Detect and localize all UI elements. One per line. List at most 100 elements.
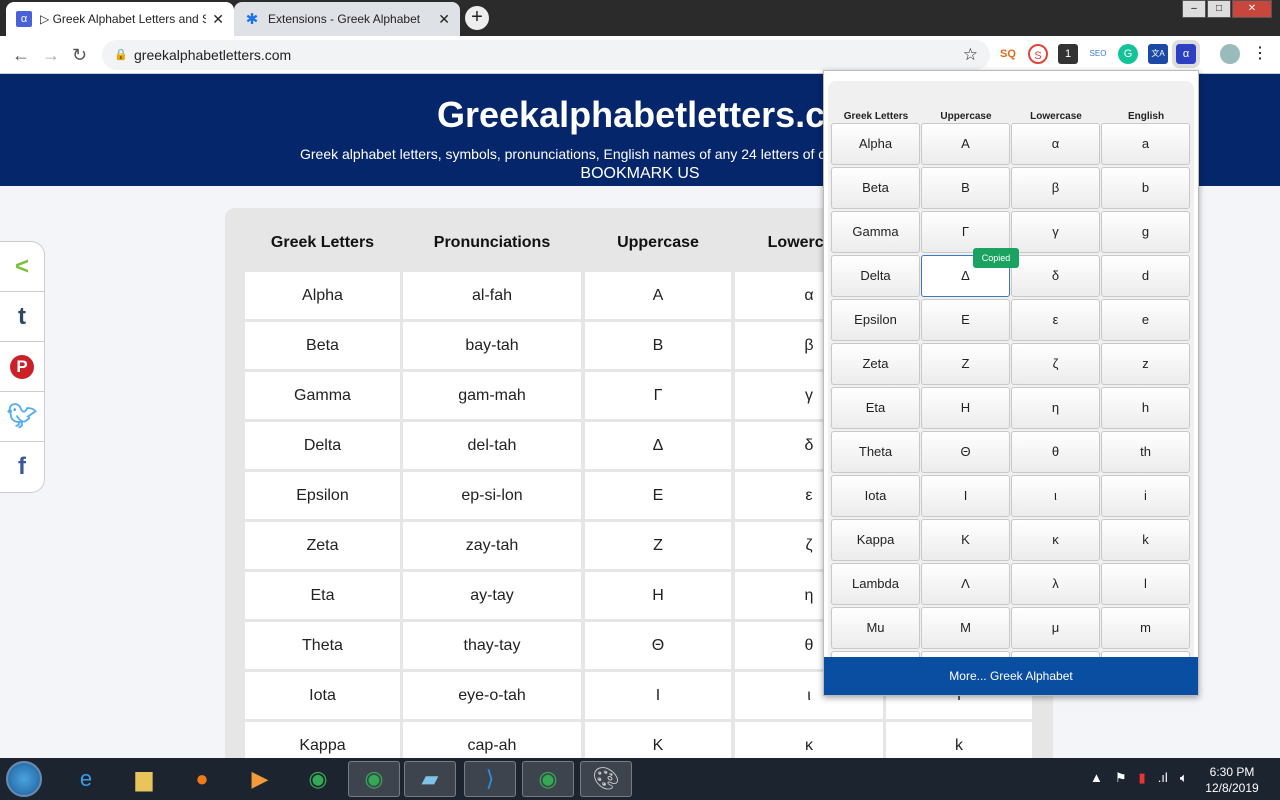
more-greek-alphabet-button[interactable]: More... Greek Alphabet [824, 657, 1198, 695]
tab-greek-alphabet[interactable]: α ▷ Greek Alphabet Letters and Sy ✕ [6, 2, 234, 36]
popup-cell-uppercase[interactable]: Θ [921, 431, 1010, 473]
popup-cell-greek-letter[interactable]: Gamma [831, 211, 920, 253]
popup-cell-english[interactable]: e [1101, 299, 1190, 341]
popup-cell-uppercase[interactable]: Ε [921, 299, 1010, 341]
popup-cell-greek-letter[interactable]: Kappa [831, 519, 920, 561]
popup-cell-lowercase[interactable]: ι [1011, 475, 1100, 517]
popup-cell-lowercase[interactable]: λ [1011, 563, 1100, 605]
paint-icon[interactable]: 🎨︎ [580, 761, 632, 797]
popup-cell-english[interactable]: z [1101, 343, 1190, 385]
sq-icon[interactable]: SQ [998, 44, 1018, 64]
power-icon[interactable]: ▮ [1139, 770, 1146, 786]
back-button[interactable]: ← [12, 45, 30, 66]
network-icon[interactable]: .ıl [1158, 770, 1168, 786]
twitter-icon[interactable]: 🐦︎ [0, 392, 44, 442]
no-icon[interactable]: S [1028, 44, 1048, 64]
close-window-button[interactable]: ✕ [1232, 0, 1272, 18]
popup-cell-uppercase[interactable]: Α [921, 123, 1010, 165]
popup-cell-lowercase[interactable]: ζ [1011, 343, 1100, 385]
popup-cell-english[interactable]: a [1101, 123, 1190, 165]
facebook-icon[interactable]: f [0, 442, 44, 492]
popup-cell-lowercase[interactable]: α [1011, 123, 1100, 165]
new-tab-button[interactable]: + [465, 6, 489, 30]
tab-extensions[interactable]: ✱ Extensions - Greek Alphabet ✕ [234, 2, 460, 36]
start-button[interactable] [6, 761, 42, 797]
reload-button[interactable]: ↻ [72, 45, 87, 66]
extension-popup: Greek Letters Uppercase Lowercase English Al… [823, 70, 1199, 696]
translate-icon[interactable]: 文A [1148, 44, 1168, 64]
popup-cell-uppercase[interactable]: Β [921, 167, 1010, 209]
seo-icon[interactable]: SEO [1088, 44, 1108, 64]
popup-cell-greek-letter[interactable]: Theta [831, 431, 920, 473]
address-bar[interactable]: 🔒 greekalphabetletters.com ☆ [102, 40, 990, 70]
popup-cell-english[interactable]: k [1101, 519, 1190, 561]
popup-cell-uppercase[interactable]: Μ [921, 607, 1010, 649]
vscode-icon[interactable]: ⟩ [464, 761, 516, 797]
popup-cell-lowercase[interactable]: γ [1011, 211, 1100, 253]
popup-cell-uppercase[interactable]: Ι [921, 475, 1010, 517]
one-icon[interactable]: 1 [1058, 44, 1078, 64]
popup-cell-english[interactable]: h [1101, 387, 1190, 429]
popup-cell-uppercase[interactable]: Γ [921, 211, 1010, 253]
url-text: greekalphabetletters.com [134, 47, 292, 63]
minimize-button[interactable]: – [1182, 0, 1206, 18]
popup-cell-lowercase[interactable]: θ [1011, 431, 1100, 473]
cell-greek-letter: Gamma [245, 372, 400, 419]
app-icon[interactable]: ▰ [404, 761, 456, 797]
popup-cell-english[interactable]: i [1101, 475, 1190, 517]
popup-cell-lowercase[interactable]: δ [1011, 255, 1100, 297]
avatar[interactable] [1220, 44, 1240, 64]
popup-cell-greek-letter[interactable]: Epsilon [831, 299, 920, 341]
popup-cell-uppercase[interactable]: Λ [921, 563, 1010, 605]
tumblr-icon[interactable]: t [0, 292, 44, 342]
share-icon[interactable]: < [0, 242, 44, 292]
cell-uppercase: Α [585, 272, 731, 319]
firefox-icon[interactable]: ● [176, 761, 228, 797]
popup-cell-english[interactable]: l [1101, 563, 1190, 605]
close-tab-icon[interactable]: ✕ [438, 11, 450, 28]
popup-cell-uppercase[interactable]: Ζ [921, 343, 1010, 385]
pinterest-icon[interactable]: P [0, 342, 44, 392]
popup-cell-greek-letter[interactable]: Eta [831, 387, 920, 429]
popup-cell-greek-letter[interactable]: Iota [831, 475, 920, 517]
alpha-extension-icon[interactable]: α [1172, 40, 1200, 68]
close-tab-icon[interactable]: ✕ [212, 11, 224, 28]
ie-icon[interactable]: e [60, 761, 112, 797]
forward-button[interactable]: → [42, 45, 60, 66]
popup-cell-uppercase[interactable]: Η [921, 387, 1010, 429]
show-hidden-icon[interactable]: ▲ [1090, 770, 1103, 786]
chrome-active-icon[interactable]: ◉ [522, 761, 574, 797]
folder-icon[interactable]: ▆ [118, 761, 170, 797]
chrome-profile-icon[interactable]: ◉ [348, 761, 400, 797]
popup-cell-greek-letter[interactable]: Lambda [831, 563, 920, 605]
popup-cell-english[interactable]: m [1101, 607, 1190, 649]
popup-cell-uppercase[interactable]: Κ [921, 519, 1010, 561]
cell-greek-letter: Theta [245, 622, 400, 669]
bookmark-star-icon[interactable]: ☆ [963, 40, 978, 70]
menu-icon[interactable]: ⋮ [1250, 44, 1270, 64]
media-player-icon[interactable]: ▶ [234, 761, 286, 797]
popup-cell-lowercase[interactable]: β [1011, 167, 1100, 209]
popup-cell-greek-letter[interactable]: Beta [831, 167, 920, 209]
cell-pronunciation: del-tah [403, 422, 581, 469]
cell-uppercase: Ζ [585, 522, 731, 569]
popup-cell-english[interactable]: d [1101, 255, 1190, 297]
flag-icon[interactable]: ⚑ [1115, 770, 1127, 786]
popup-cell-greek-letter[interactable]: Mu [831, 607, 920, 649]
chrome-icon[interactable]: ◉ [292, 761, 344, 797]
popup-cell-english[interactable]: g [1101, 211, 1190, 253]
volume-icon[interactable]: 🔈︎ [1180, 770, 1188, 786]
maximize-button[interactable]: □ [1207, 0, 1231, 18]
popup-cell-lowercase[interactable]: ε [1011, 299, 1100, 341]
popup-cell-lowercase[interactable]: μ [1011, 607, 1100, 649]
clock[interactable]: 6:30 PM 12/8/2019 [1200, 764, 1264, 796]
popup-cell-lowercase[interactable]: η [1011, 387, 1100, 429]
grammarly-icon[interactable]: G [1118, 44, 1138, 64]
popup-cell-greek-letter[interactable]: Alpha [831, 123, 920, 165]
popup-cell-english[interactable]: b [1101, 167, 1190, 209]
popup-cell-greek-letter[interactable]: Delta [831, 255, 920, 297]
popup-cell-lowercase[interactable]: κ [1011, 519, 1100, 561]
cell-pronunciation: eye-o-tah [403, 672, 581, 719]
popup-cell-greek-letter[interactable]: Zeta [831, 343, 920, 385]
popup-cell-english[interactable]: th [1101, 431, 1190, 473]
